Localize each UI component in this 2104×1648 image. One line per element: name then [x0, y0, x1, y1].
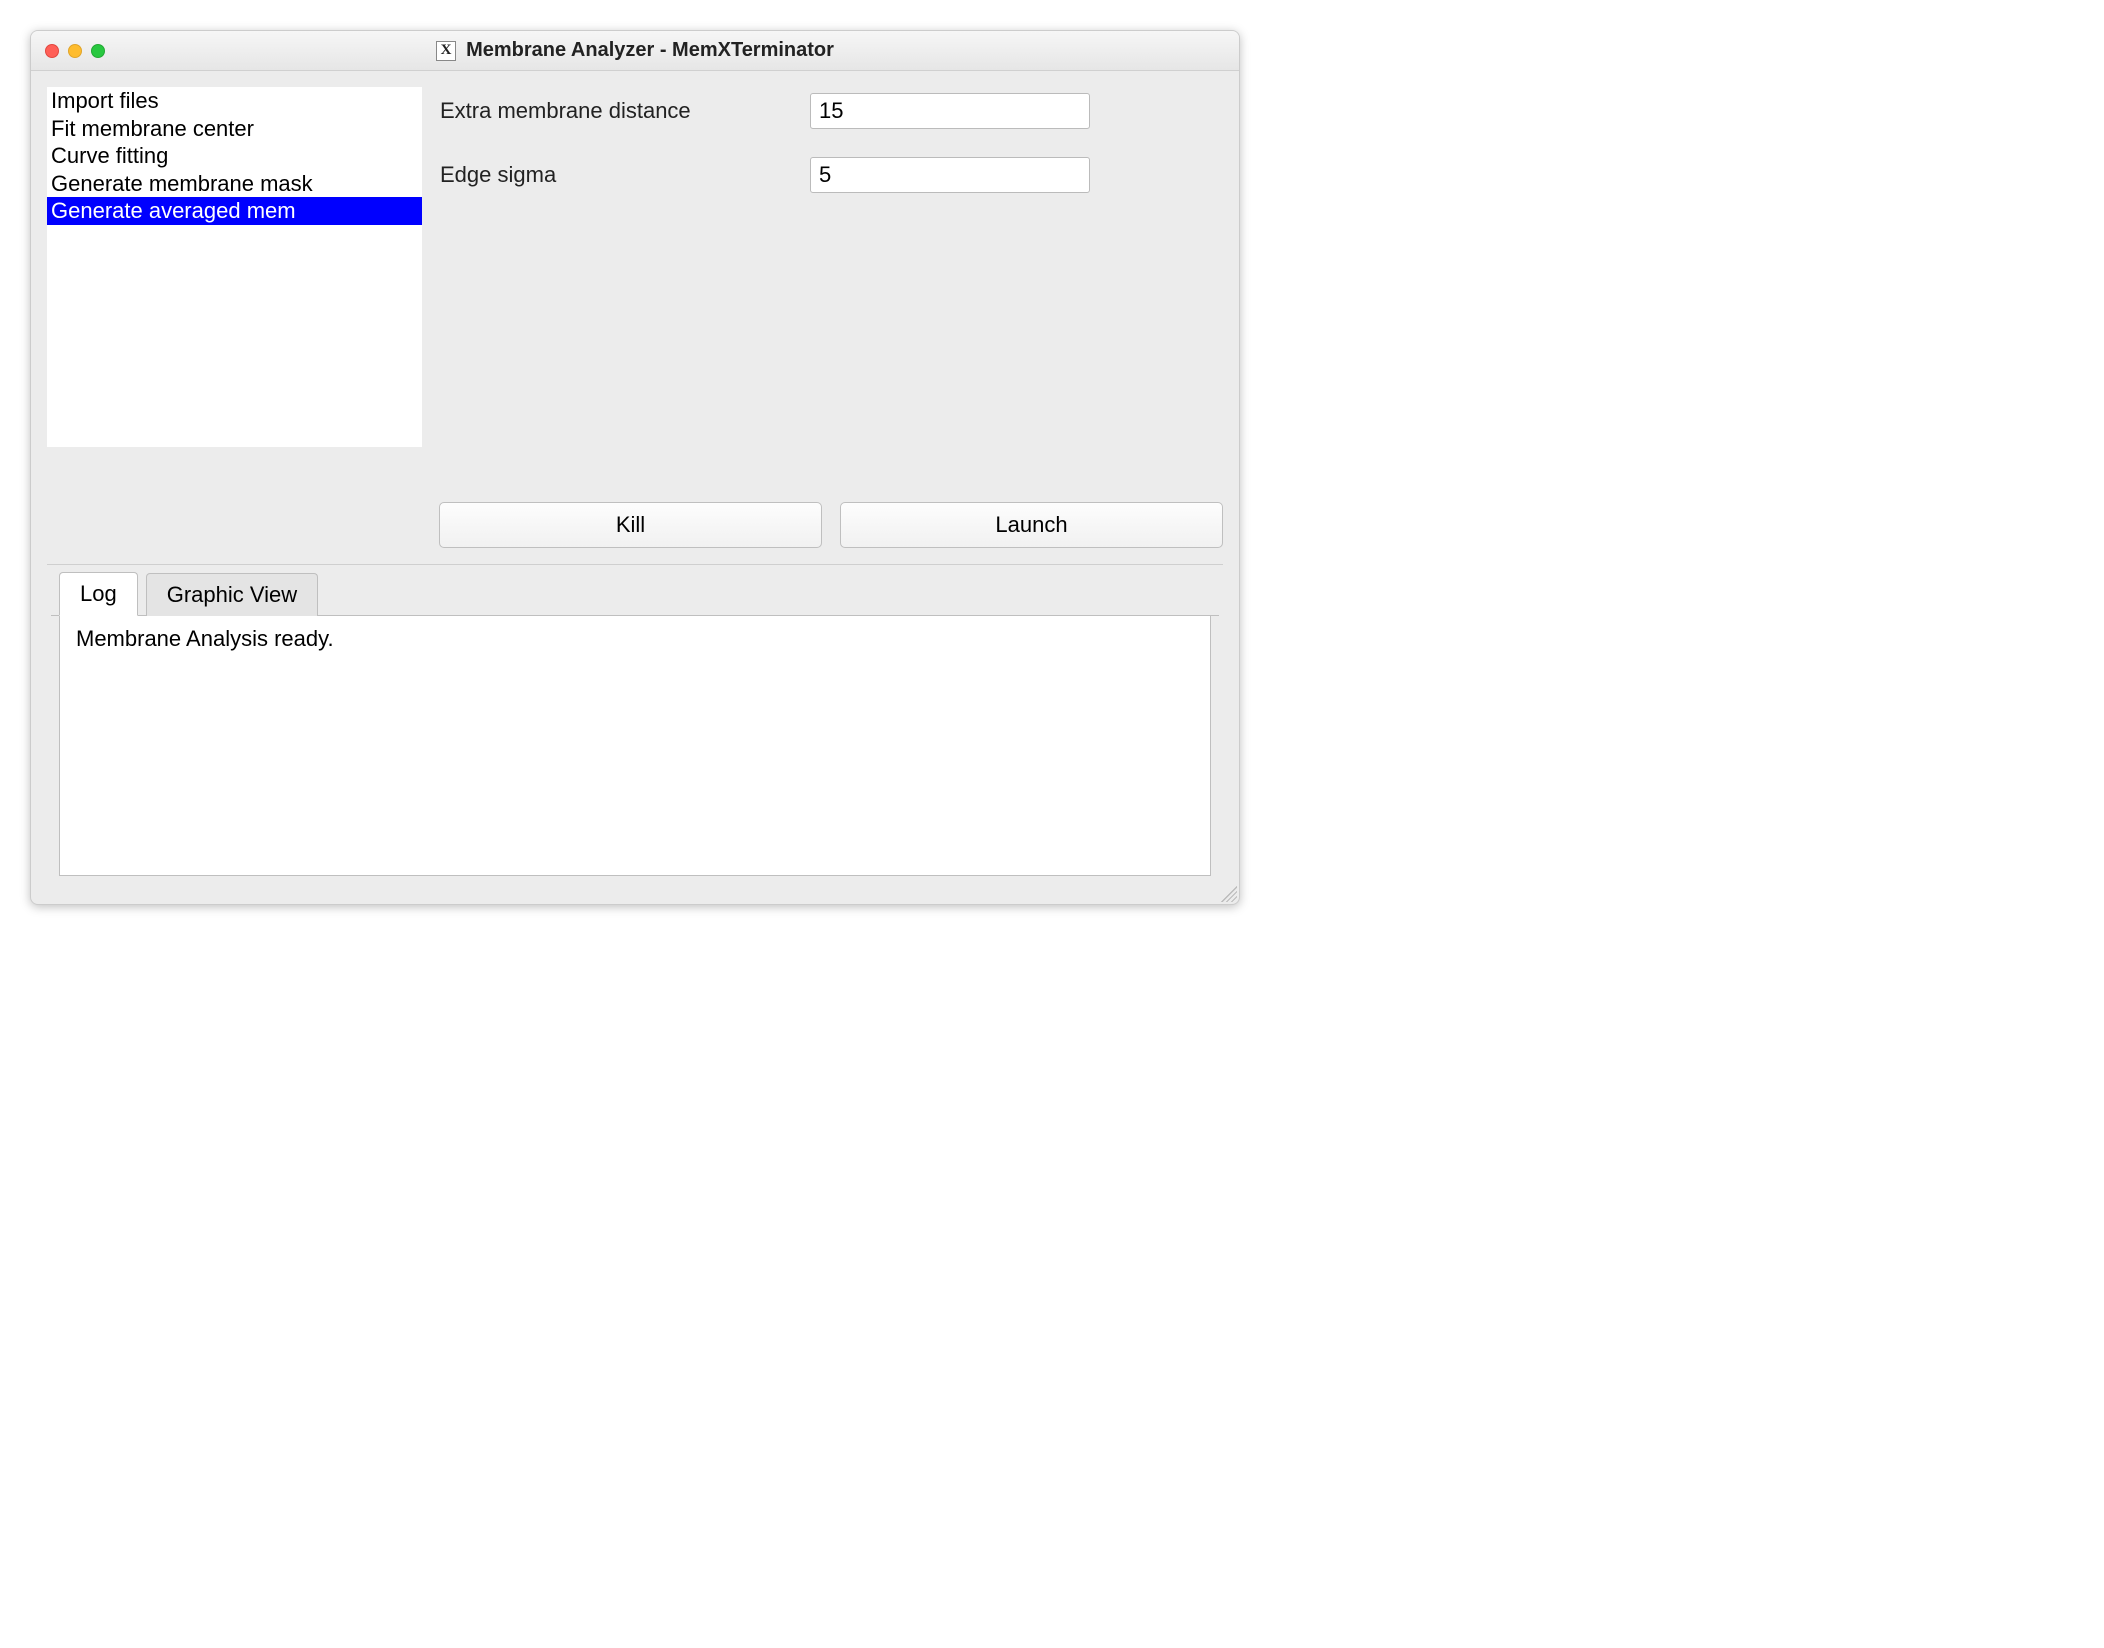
tab-graphic-view[interactable]: Graphic View: [146, 573, 318, 616]
close-window-button[interactable]: [45, 44, 59, 58]
form-label-1: Edge sigma: [440, 162, 810, 188]
form-label-0: Extra membrane distance: [440, 98, 810, 124]
form-row-1: Edge sigma: [440, 157, 1223, 193]
list-item-3[interactable]: Generate membrane mask: [47, 170, 422, 198]
app-x-icon: X: [436, 41, 456, 61]
separator: [47, 564, 1223, 565]
content-area: Import filesFit membrane centerCurve fit…: [31, 71, 1239, 904]
maximize-window-button[interactable]: [91, 44, 105, 58]
log-panel: Membrane Analysis ready.: [59, 616, 1211, 876]
form-row-0: Extra membrane distance: [440, 93, 1223, 129]
list-item-1[interactable]: Fit membrane center: [47, 115, 422, 143]
window-title: Membrane Analyzer - MemXTerminator: [466, 39, 834, 62]
form-area: Extra membrane distance Edge sigma: [440, 87, 1223, 447]
titlebar: X Membrane Analyzer - MemXTerminator: [31, 31, 1239, 71]
minimize-window-button[interactable]: [68, 44, 82, 58]
log-text: Membrane Analysis ready.: [76, 626, 334, 651]
tabs-container: LogGraphic View Membrane Analysis ready.: [47, 571, 1223, 888]
list-item-0[interactable]: Import files: [47, 87, 422, 115]
form-input-1[interactable]: [810, 157, 1090, 193]
resize-grip-icon[interactable]: [1221, 886, 1237, 902]
app-window: X Membrane Analyzer - MemXTerminator Imp…: [30, 30, 1240, 905]
kill-button[interactable]: Kill: [439, 502, 822, 548]
launch-button[interactable]: Launch: [840, 502, 1223, 548]
list-item-4[interactable]: Generate averaged mem: [47, 197, 422, 225]
tab-header: LogGraphic View: [51, 571, 1219, 616]
list-item-2[interactable]: Curve fitting: [47, 142, 422, 170]
form-input-0[interactable]: [810, 93, 1090, 129]
traffic-lights: [45, 44, 105, 58]
tab-log[interactable]: Log: [59, 572, 138, 616]
step-listbox[interactable]: Import filesFit membrane centerCurve fit…: [47, 87, 422, 447]
